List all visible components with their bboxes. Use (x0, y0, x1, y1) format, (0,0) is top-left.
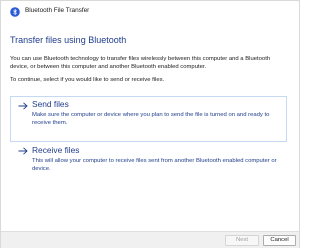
bluetooth-file-transfer-window: Bluetooth File Transfer Transfer files u… (0, 0, 300, 248)
title-bar: Bluetooth File Transfer (1, 1, 299, 23)
intro-text: You can use Bluetooth technology to tran… (10, 56, 271, 70)
send-files-description: Make sure the computer or device where y… (32, 112, 270, 126)
arrow-right-icon (18, 102, 28, 110)
receive-files-option[interactable]: Receive files This will allow your compu… (10, 141, 287, 181)
send-files-title: Send files (32, 99, 69, 109)
instruction-text: To continue, select if you would like to… (10, 77, 165, 83)
bluetooth-icon (10, 7, 20, 17)
send-files-option[interactable]: Send files Make sure the computer or dev… (10, 96, 287, 142)
receive-files-description: This will allow your computer to receive… (32, 158, 277, 172)
receive-files-title: Receive files (32, 145, 80, 155)
arrow-right-icon (18, 147, 28, 155)
dialog-footer: Next Cancel (1, 231, 299, 248)
cancel-button[interactable]: Cancel (263, 235, 296, 246)
next-button[interactable]: Next (225, 235, 259, 246)
window-title: Bluetooth File Transfer (25, 7, 90, 14)
page-title: Transfer files using Bluetooth (10, 35, 127, 45)
